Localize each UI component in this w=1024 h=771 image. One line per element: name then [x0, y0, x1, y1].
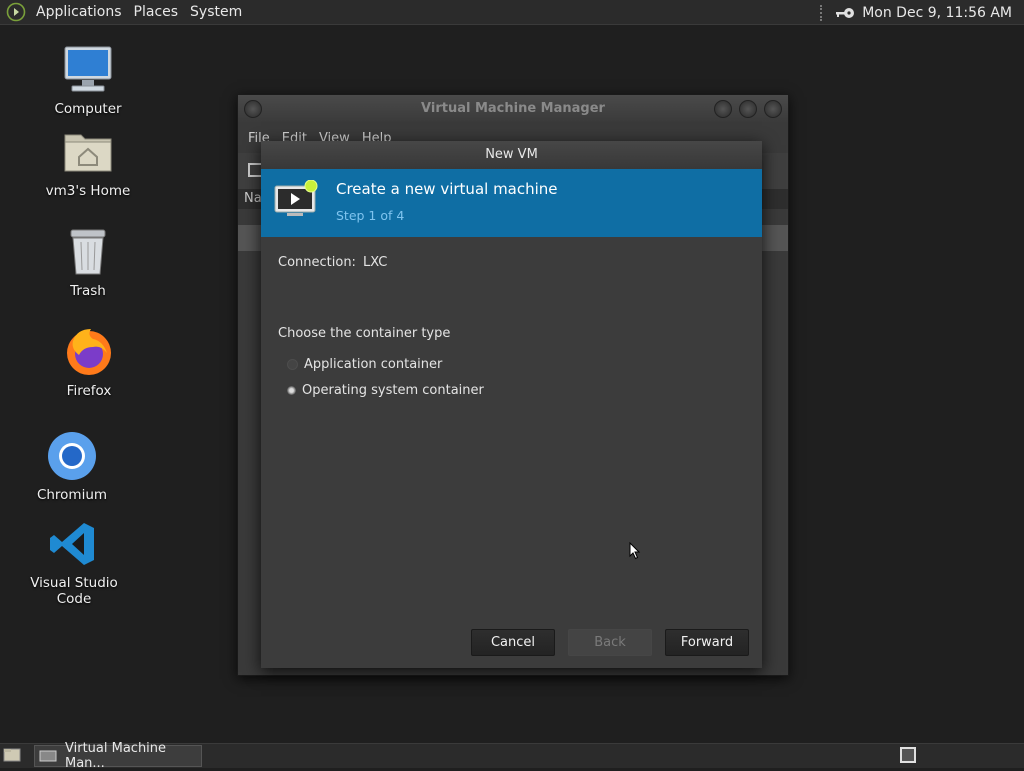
bottom-panel: Virtual Machine Man...: [0, 741, 1024, 771]
cancel-button[interactable]: Cancel: [471, 629, 555, 656]
desktop-icon-computer[interactable]: Computer: [33, 45, 143, 117]
trash-icon: [62, 227, 114, 279]
back-button[interactable]: Back: [568, 629, 652, 656]
dialog-titlebar[interactable]: New VM: [261, 141, 762, 169]
dialog-header: Create a new virtual machine Step 1 of 4: [261, 169, 762, 237]
dialog-header-title: Create a new virtual machine: [336, 180, 558, 198]
radio-unselected-icon: [287, 359, 298, 370]
desktop-icon-firefox[interactable]: Firefox: [34, 327, 144, 399]
dialog-body: Connection: LXC Choose the container typ…: [261, 237, 762, 668]
desktop-icon-label: Visual Studio Code: [30, 575, 118, 607]
connection-label: Connection:: [278, 255, 356, 270]
minimize-button[interactable]: [714, 100, 732, 118]
vmm-window-title: Virtual Machine Manager: [421, 101, 605, 116]
computer-icon: [62, 45, 114, 97]
firefox-icon: [63, 327, 115, 379]
desktop-icon-chromium[interactable]: Chromium: [17, 431, 127, 503]
radio-selected-icon: [287, 386, 296, 395]
new-vm-monitor-icon: [274, 179, 320, 220]
desktop-icon-trash[interactable]: Trash: [33, 227, 143, 299]
home-folder-icon: [62, 127, 114, 179]
connection-value: LXC: [363, 255, 388, 270]
show-desktop-icon[interactable]: [3, 747, 21, 763]
taskbar-item-label: Virtual Machine Man...: [65, 741, 167, 771]
radio-label: Application container: [304, 357, 443, 372]
mouse-cursor-icon: [629, 541, 641, 560]
desktop-icon-label: Firefox: [66, 383, 112, 399]
vmm-titlebar[interactable]: Virtual Machine Manager: [238, 95, 788, 123]
container-type-label: Choose the container type: [278, 326, 451, 341]
desktop-icon-label: Computer: [54, 101, 122, 117]
system-menu[interactable]: System: [184, 4, 248, 20]
panel-handle-icon: [820, 4, 826, 21]
chromium-icon: [46, 431, 98, 483]
desktop-icon-label: Chromium: [36, 487, 108, 503]
vscode-icon: [48, 519, 100, 571]
radio-application-container[interactable]: Application container: [287, 357, 442, 372]
top-panel: Applications Places System Mon Dec 9, 11…: [0, 0, 1024, 25]
places-menu[interactable]: Places: [128, 4, 185, 20]
workspace-switcher[interactable]: [900, 747, 916, 763]
maximize-button[interactable]: [739, 100, 757, 118]
forward-button[interactable]: Forward: [665, 629, 749, 656]
vmm-app-icon: [39, 750, 57, 762]
desktop-icon-home[interactable]: vm3's Home: [33, 127, 143, 199]
window-menu-button[interactable]: [244, 100, 262, 118]
radio-os-container[interactable]: Operating system container: [287, 383, 484, 398]
desktop-icon-vscode[interactable]: Visual Studio Code: [19, 519, 129, 607]
distro-logo-icon[interactable]: [6, 2, 26, 22]
new-vm-dialog: New VM Create a new virtual machine Step…: [261, 141, 762, 668]
desktop-icon-label: vm3's Home: [45, 183, 131, 199]
applications-menu[interactable]: Applications: [30, 4, 128, 20]
radio-label: Operating system container: [302, 383, 484, 398]
taskbar-item-vmm[interactable]: Virtual Machine Man...: [34, 741, 202, 771]
close-button[interactable]: [764, 100, 782, 118]
key-icon[interactable]: [834, 5, 856, 21]
dialog-step-indicator: Step 1 of 4: [336, 208, 405, 223]
desktop-icon-label: Trash: [70, 283, 106, 299]
clock[interactable]: Mon Dec 9, 11:56 AM: [856, 5, 1024, 21]
